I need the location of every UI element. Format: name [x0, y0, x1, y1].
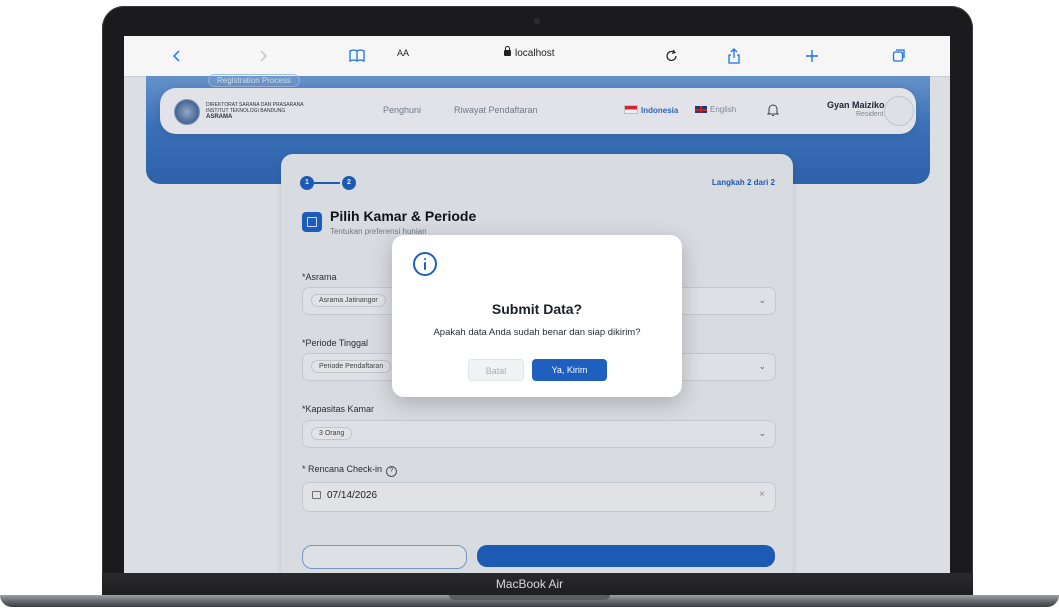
info-icon [413, 252, 437, 276]
device-label: MacBook Air [495, 577, 564, 591]
forward-icon[interactable] [258, 46, 268, 66]
dialog-title: Submit Data? [491, 301, 583, 317]
reader-button[interactable]: AA [397, 48, 409, 58]
laptop-notch [449, 595, 610, 600]
browser-toolbar: AA localhost [124, 36, 950, 77]
confirm-button[interactable]: Ya, Kirim [532, 359, 607, 381]
dialog-message: Apakah data Anda sudah benar dan siap di… [433, 327, 641, 338]
address-bar[interactable]: localhost [504, 46, 555, 59]
reload-icon[interactable] [665, 46, 679, 66]
bookmarks-icon[interactable] [349, 46, 365, 66]
confirm-dialog: Submit Data? Apakah data Anda sudah bena… [392, 235, 682, 397]
share-icon[interactable] [727, 46, 741, 66]
cancel-button[interactable]: Batal [468, 359, 524, 381]
back-icon[interactable] [172, 46, 182, 66]
screen: AA localhost Registration Process DIREKT… [124, 36, 950, 573]
lock-icon [504, 46, 511, 56]
camera [534, 18, 540, 24]
tabs-icon[interactable] [892, 46, 906, 66]
url-text: localhost [515, 48, 555, 59]
new-tab-icon[interactable] [805, 46, 819, 66]
